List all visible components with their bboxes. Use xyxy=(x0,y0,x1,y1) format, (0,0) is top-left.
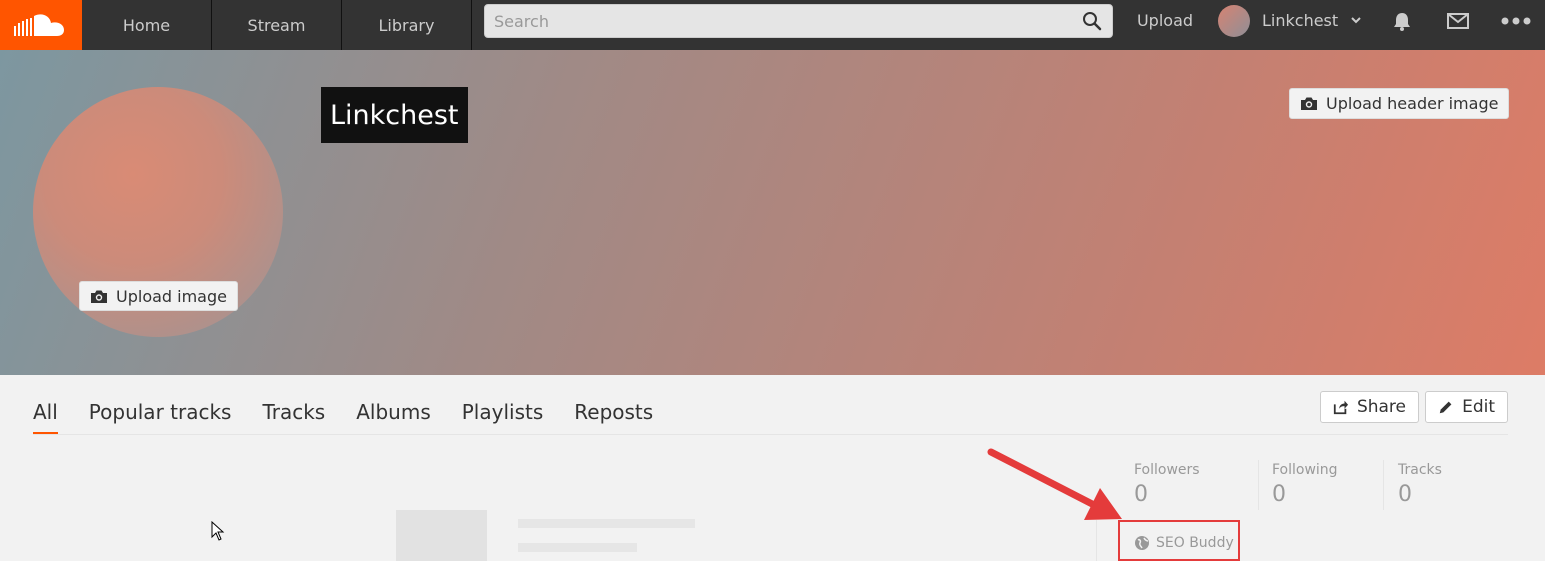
content-placeholder-image xyxy=(396,510,487,561)
tab-popular-tracks[interactable]: Popular tracks xyxy=(89,394,232,434)
user-menu-name[interactable]: Linkchest xyxy=(1262,0,1338,40)
bell-icon[interactable] xyxy=(1391,10,1413,32)
stat-divider xyxy=(1383,460,1384,510)
search-input[interactable] xyxy=(485,5,1065,37)
nav-home[interactable]: Home xyxy=(82,0,212,50)
soundcloud-logo[interactable] xyxy=(0,0,82,50)
following-label: Following xyxy=(1272,462,1338,478)
mouse-cursor-icon xyxy=(211,521,225,541)
sidebar-divider xyxy=(1096,520,1097,561)
camera-icon xyxy=(91,290,107,303)
upload-image-label: Upload image xyxy=(116,286,227,306)
search-icon[interactable] xyxy=(1082,11,1102,31)
tracks-count: 0 xyxy=(1398,482,1412,507)
share-label: Share xyxy=(1356,397,1406,417)
tab-albums[interactable]: Albums xyxy=(356,394,431,434)
edit-label: Edit xyxy=(1462,397,1495,417)
profile-name: Linkchest xyxy=(321,87,468,143)
nav-library[interactable]: Library xyxy=(342,0,472,50)
more-options-icon[interactable] xyxy=(1500,12,1532,30)
tracks-label: Tracks xyxy=(1398,462,1442,478)
upload-header-image-label: Upload header image xyxy=(1326,94,1499,113)
followers-count: 0 xyxy=(1134,482,1148,507)
following-stat[interactable]: Following 0 xyxy=(1272,462,1392,507)
tab-all[interactable]: All xyxy=(33,394,58,434)
share-icon xyxy=(1333,400,1349,415)
followers-label: Followers xyxy=(1134,462,1200,478)
upload-image-button[interactable]: Upload image xyxy=(79,281,238,311)
tracks-stat[interactable]: Tracks 0 xyxy=(1398,462,1518,507)
upload-header-image-button[interactable]: Upload header image xyxy=(1289,88,1510,119)
stat-divider xyxy=(1258,460,1259,510)
chevron-down-icon[interactable] xyxy=(1350,14,1362,26)
mail-icon[interactable] xyxy=(1447,12,1469,30)
tabs-divider xyxy=(33,434,1508,435)
following-count: 0 xyxy=(1272,482,1286,507)
soundcloud-cloud-icon xyxy=(14,14,64,36)
followers-stat[interactable]: Followers 0 xyxy=(1134,462,1254,507)
search-box xyxy=(484,4,1113,38)
user-avatar[interactable] xyxy=(1218,5,1250,37)
profile-tabs: All Popular tracks Tracks Albums Playlis… xyxy=(33,394,653,434)
nav-stream[interactable]: Stream xyxy=(212,0,342,50)
tab-playlists[interactable]: Playlists xyxy=(462,394,544,434)
top-nav-bar: Home Stream Library Upload Linkchest xyxy=(0,0,1545,50)
tab-reposts[interactable]: Reposts xyxy=(574,394,653,434)
annotation-highlight-box xyxy=(1118,520,1240,561)
pencil-icon xyxy=(1439,401,1452,414)
content-placeholder-line xyxy=(518,543,637,552)
content-placeholder-line xyxy=(518,519,695,528)
tab-tracks[interactable]: Tracks xyxy=(262,394,325,434)
edit-button[interactable]: Edit xyxy=(1425,391,1508,423)
share-button[interactable]: Share xyxy=(1320,391,1419,423)
camera-icon xyxy=(1301,97,1317,110)
upload-link[interactable]: Upload xyxy=(1128,0,1202,40)
